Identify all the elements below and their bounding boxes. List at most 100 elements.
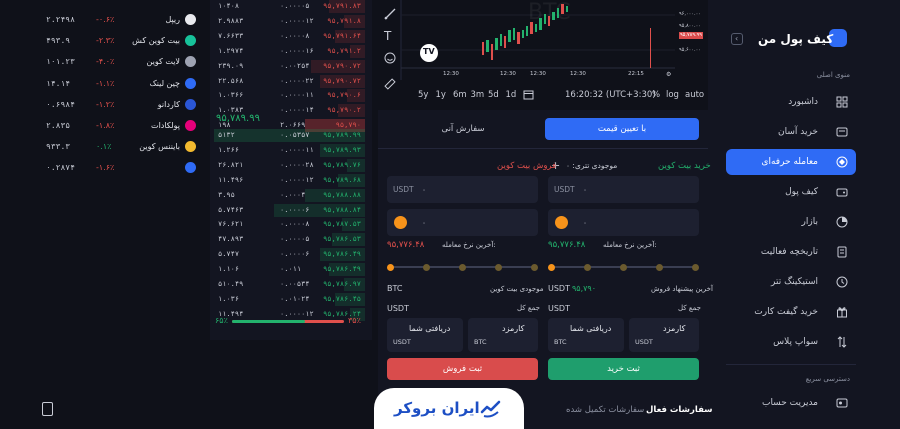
amount-slider[interactable] bbox=[548, 263, 699, 271]
slider-step[interactable] bbox=[548, 263, 555, 271]
calendar-range-icon[interactable] bbox=[523, 89, 534, 100]
price-chart[interactable]: BTC ۹۶,۰۰۰.۰۰ ۹۵,۸۰۰.۰۰ ۹۵,۷۸۹.۹۹ ۹۵,۶۰۰… bbox=[378, 0, 708, 108]
tab-done-orders[interactable]: سفارشات تکمیل شده bbox=[566, 406, 644, 415]
slider-step[interactable] bbox=[531, 263, 538, 271]
balance-label: موجودی تتری: ۰ bbox=[566, 161, 618, 170]
sidebar-item-label: کیف پول bbox=[785, 187, 818, 197]
amount-slider[interactable] bbox=[387, 263, 538, 271]
sidebar-item-3[interactable]: کیف پول bbox=[726, 179, 856, 205]
text-tool-icon[interactable]: T bbox=[384, 30, 391, 42]
candle bbox=[482, 42, 485, 55]
candle bbox=[486, 40, 489, 52]
receive-box: دریافتی شما USDT bbox=[387, 318, 463, 352]
range-1d[interactable]: 1d bbox=[506, 91, 517, 100]
emoji-icon[interactable] bbox=[384, 52, 396, 64]
candle bbox=[517, 32, 520, 44]
asset-row[interactable]: ۰.۶۹۸۴ -۱.۲٪ کاردانو bbox=[40, 95, 202, 115]
row-amount: ۰.۰۰۰۰۲۸ bbox=[280, 160, 314, 169]
row-price: ۹۵,۷۹۱.۸۳ bbox=[323, 2, 361, 10]
amount-input[interactable]: ۰ bbox=[387, 209, 538, 236]
sidebar-item-label: استیکینگ تتر bbox=[771, 277, 818, 287]
candle bbox=[548, 16, 551, 26]
sidebar-item-6[interactable]: استیکینگ تتر bbox=[726, 269, 856, 295]
menu-title: منوی اصلی bbox=[816, 71, 850, 79]
tab-open-orders[interactable]: سفارشات فعال bbox=[646, 406, 713, 415]
slider-step[interactable] bbox=[656, 263, 663, 271]
asset-row[interactable]: ۲.۲۴۹۸ -۰.۶٪ ریپل bbox=[40, 10, 202, 30]
amount-input[interactable]: ۰ bbox=[548, 209, 699, 236]
price-input[interactable]: USDT ۰ bbox=[548, 176, 699, 203]
range-1y[interactable]: 1y bbox=[436, 91, 446, 100]
asset-row[interactable]: ۰.۲۸۷۴ -۱.۶٪ bbox=[40, 158, 202, 178]
candle bbox=[530, 22, 533, 34]
row-total: ۷۶.۶۲۱ bbox=[218, 220, 244, 229]
range-5d[interactable]: 5d bbox=[488, 91, 499, 100]
slider-step[interactable] bbox=[620, 263, 627, 271]
slider-step[interactable] bbox=[495, 263, 502, 271]
sidebar-item-0[interactable]: داشبورد bbox=[726, 89, 856, 115]
sidebar-item-5[interactable]: تاریخچه فعالیت bbox=[726, 239, 856, 265]
tab-market-order[interactable]: سفارش آنی bbox=[386, 118, 540, 140]
asset-row[interactable]: ۴۹۳.۹ -۲.۳٪ بیت کوین کش bbox=[40, 31, 202, 51]
receipt-icon[interactable] bbox=[42, 402, 53, 416]
slider-step[interactable] bbox=[692, 263, 699, 271]
sidebar-item-2[interactable]: معامله حرفه‌ای bbox=[726, 149, 856, 175]
sidebar-item-7[interactable]: خرید گیفت کارت bbox=[726, 299, 856, 325]
range-3m[interactable]: 3m bbox=[471, 91, 485, 100]
price-unit: USDT bbox=[554, 185, 575, 194]
candle bbox=[521, 30, 524, 38]
asset-change: -۲.۳٪ bbox=[96, 36, 115, 46]
asset-row[interactable]: ۹۳۳.۳ ۰.۱٪ بایننس کوین bbox=[40, 137, 202, 157]
asset-name: چین لینک bbox=[149, 78, 180, 88]
row-price: ۹۵,۷۹۱.۶۴ bbox=[323, 31, 361, 40]
broker-watermark: ایران بروکر bbox=[374, 388, 524, 429]
collapse-sidebar-button[interactable]: ‹ bbox=[731, 33, 743, 45]
percent-toggle[interactable]: % bbox=[652, 91, 660, 100]
brand-name: کیف پول من bbox=[758, 32, 834, 46]
asset-change: -۱.۲٪ bbox=[96, 99, 115, 109]
row-amount: ۰.۰۰۰۰۱۲ bbox=[280, 16, 314, 25]
sidebar-item-account[interactable]: مدیریت حساب bbox=[726, 395, 856, 413]
submit-buy-button[interactable]: ثبت خرید bbox=[548, 358, 699, 380]
asset-price: ۲.۲۴۹۸ bbox=[46, 15, 75, 24]
last-price-label: آخرین نرخ معامله: bbox=[603, 241, 657, 249]
asset-name: بیت کوین کش bbox=[132, 36, 180, 46]
tab-limit-label: با تعیین قیمت bbox=[597, 124, 647, 134]
coin-icon bbox=[185, 162, 196, 174]
sidebar-item-1[interactable]: خرید آسان bbox=[726, 119, 856, 145]
row-price: ۹۵,۷۹۱.۲ bbox=[327, 46, 361, 55]
slider-step[interactable] bbox=[584, 263, 591, 271]
best-price-label: موجودی بیت کوین bbox=[490, 285, 544, 293]
total-label: جمع کل bbox=[517, 304, 540, 312]
row-amount: ۰.۰۰۰۰۵ bbox=[280, 235, 310, 244]
slider-step[interactable] bbox=[459, 263, 466, 271]
auto-toggle[interactable]: auto bbox=[685, 91, 704, 100]
candle bbox=[552, 12, 555, 20]
sidebar-item-label: سواپ پلاس bbox=[773, 337, 818, 347]
row-price: ۹۵,۷۸۶.۴۹ bbox=[323, 250, 361, 259]
submit-sell-button[interactable]: ثبت فروش bbox=[387, 358, 538, 380]
trendline-icon[interactable] bbox=[384, 8, 396, 20]
sidebar-item-4[interactable]: بازار bbox=[726, 209, 856, 235]
order-form bbox=[378, 110, 708, 395]
tab-limit-order[interactable]: با تعیین قیمت bbox=[545, 118, 699, 140]
price-input[interactable]: USDT ۰ bbox=[387, 176, 538, 203]
log-toggle[interactable]: log bbox=[666, 91, 679, 100]
asset-row[interactable]: ۱۴.۱۴ -۱.۱٪ چین لینک bbox=[40, 74, 202, 94]
fee-label: کارمزد bbox=[502, 324, 525, 333]
swap-icon bbox=[837, 336, 847, 348]
range-6m[interactable]: 6m bbox=[453, 91, 467, 100]
range-5y[interactable]: 5y bbox=[418, 91, 428, 100]
slider-step[interactable] bbox=[387, 263, 394, 271]
row-total: ۱۰۴۰۸ bbox=[218, 2, 240, 10]
row-total: ۱.۲۶۶ bbox=[218, 145, 240, 154]
asset-row[interactable]: ۲.۸۳۵ -۱.۸٪ پولکادات bbox=[40, 116, 202, 136]
slider-step[interactable] bbox=[423, 263, 430, 271]
candle bbox=[508, 30, 511, 42]
cart-icon bbox=[836, 127, 848, 137]
settings-icon[interactable]: ⚙ bbox=[666, 72, 671, 78]
price-current-tag: ۹۵,۷۸۹.۹۹ bbox=[679, 32, 703, 39]
time-tick: 22:15 bbox=[628, 71, 644, 77]
asset-row[interactable]: ۱۰۱.۲۳ -۴.۰٪ لایت کوین bbox=[40, 52, 202, 72]
sidebar-item-8[interactable]: سواپ پلاس bbox=[726, 329, 856, 355]
